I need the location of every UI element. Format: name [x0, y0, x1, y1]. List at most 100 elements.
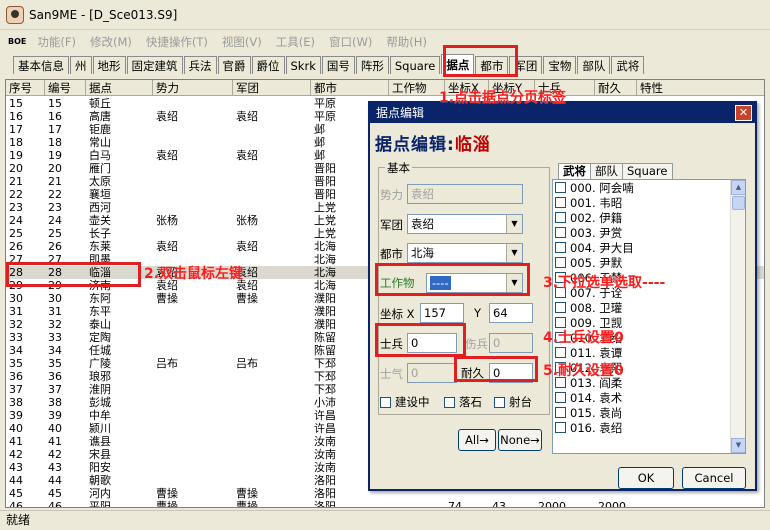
tab-3[interactable]: 固定建筑 [126, 56, 183, 74]
tab-15[interactable]: 部队 [577, 56, 611, 74]
tab-10[interactable]: Square [389, 56, 441, 74]
chevron-down-icon[interactable]: ▼ [506, 244, 522, 262]
checkbox-icon[interactable] [555, 197, 566, 208]
checkbox-icon[interactable] [555, 302, 566, 313]
menu-window[interactable]: 窗口(W) [322, 34, 379, 50]
table-cell: 42 [48, 448, 62, 461]
tab-5[interactable]: 官爵 [217, 56, 251, 74]
table-cell [153, 461, 233, 474]
column-header[interactable]: 据点 [86, 80, 153, 96]
list-item[interactable]: 008. 卫瓘 [553, 300, 745, 315]
coord-y-field[interactable]: 64 [489, 303, 533, 323]
menu-view[interactable]: 视图(V) [215, 34, 269, 50]
list-item[interactable]: 011. 袁谭 [553, 345, 745, 360]
side-tab-0[interactable]: 武将 [558, 163, 591, 179]
table-cell: 淮阴 [89, 383, 111, 396]
select-none-button[interactable]: None→ [498, 429, 542, 451]
checkbox-icon[interactable] [555, 407, 566, 418]
table-cell: 40 [48, 422, 62, 435]
system-menu-button[interactable]: BOE [8, 37, 26, 46]
officer-list-scrollbar[interactable]: ▲ ▼ [730, 180, 745, 453]
officer-name: 005. 尹默 [570, 255, 623, 270]
wounded-field: 0 [489, 333, 533, 353]
tab-6[interactable]: 爵位 [251, 56, 285, 74]
dialog-heading-city: 临淄 [454, 135, 491, 155]
table-cell: 44 [48, 474, 62, 487]
table-cell: 18 [9, 136, 23, 149]
table-cell: 曹操 [236, 500, 258, 508]
checkbox-icon[interactable] [555, 227, 566, 238]
column-header[interactable]: 特性 [637, 80, 764, 96]
menu-help[interactable]: 帮助(H) [379, 34, 434, 50]
side-tab-1[interactable]: 部队 [590, 163, 623, 179]
city-select[interactable]: 北海 ▼ [407, 243, 523, 263]
morale-field: 0 [407, 363, 457, 383]
coord-x-field[interactable]: 157 [420, 303, 464, 323]
corps-select[interactable]: 袁绍 ▼ [407, 214, 523, 234]
checkbox-icon[interactable] [555, 182, 566, 193]
checkbox-icon[interactable] [555, 422, 566, 433]
tab-1[interactable]: 州 [70, 56, 92, 74]
checkbox-icon[interactable] [555, 212, 566, 223]
checkbox-icon[interactable] [555, 242, 566, 253]
column-header[interactable]: 都市 [311, 80, 389, 96]
table-cell: 32 [9, 318, 23, 331]
table-cell: 43 [48, 461, 62, 474]
table-cell [153, 97, 233, 110]
side-tab-2[interactable]: Square [622, 163, 673, 179]
table-cell: 43 [9, 461, 23, 474]
checkbox-icon[interactable] [555, 347, 566, 358]
column-header[interactable]: 序号 [6, 80, 45, 96]
ok-button[interactable]: OK [618, 467, 674, 489]
list-item[interactable]: 001. 韦昭 [553, 195, 745, 210]
checkbox-icon [380, 396, 391, 408]
table-cell [233, 370, 311, 383]
list-item[interactable]: 005. 尹默 [553, 255, 745, 270]
scroll-down-icon[interactable]: ▼ [731, 438, 745, 453]
tab-16[interactable]: 武将 [611, 56, 645, 74]
menu-shortcut[interactable]: 快捷操作(T) [139, 34, 215, 50]
tab-4[interactable]: 兵法 [183, 56, 217, 74]
checkbox-icon[interactable] [555, 392, 566, 403]
list-item[interactable]: 016. 袁绍 [553, 420, 745, 435]
table-cell: 30 [48, 292, 62, 305]
checkbox-icon[interactable] [555, 257, 566, 268]
list-item[interactable]: 014. 袁术 [553, 390, 745, 405]
tab-2[interactable]: 地形 [92, 56, 126, 74]
cancel-button[interactable]: Cancel [682, 467, 746, 489]
list-item[interactable]: 015. 袁尚 [553, 405, 745, 420]
arrow-tower-checkbox[interactable]: 射台 [494, 394, 532, 410]
table-cell [233, 175, 311, 188]
column-header[interactable]: 势力 [153, 80, 233, 96]
scroll-thumb[interactable] [732, 196, 745, 210]
list-item[interactable]: 000. 阿会喃 [553, 180, 745, 195]
tab-14[interactable]: 宝物 [543, 56, 577, 74]
column-header[interactable]: 耐久 [595, 80, 637, 96]
column-header[interactable]: 编号 [45, 80, 86, 96]
building-checkbox[interactable]: 建设中 [380, 394, 430, 410]
menu-function[interactable]: 功能(F) [30, 34, 83, 50]
table-row[interactable]: 46 46 平阳 曹操 曹操 洛阳 74 43 2000 2000 [6, 500, 764, 508]
table-cell: 19 [48, 149, 62, 162]
list-item[interactable]: 004. 尹大目 [553, 240, 745, 255]
close-icon[interactable]: ✕ [735, 105, 752, 121]
tab-7[interactable]: Skrk [285, 56, 321, 74]
menu-tools[interactable]: 工具(E) [269, 34, 322, 50]
list-item[interactable]: 002. 伊籍 [553, 210, 745, 225]
tab-8[interactable]: 国号 [321, 56, 355, 74]
select-all-button[interactable]: All→ [458, 429, 496, 451]
tab-0[interactable]: 基本信息 [13, 56, 69, 74]
rock-checkbox[interactable]: 落石 [444, 394, 482, 410]
chevron-down-icon[interactable]: ▼ [506, 215, 522, 233]
list-item[interactable]: 003. 尹赏 [553, 225, 745, 240]
column-header[interactable]: 军团 [233, 80, 311, 96]
scroll-up-icon[interactable]: ▲ [731, 180, 745, 195]
table-cell: 雁门 [89, 162, 111, 175]
table-cell [233, 435, 311, 448]
tab-9[interactable]: 阵形 [355, 56, 389, 74]
menu-modify[interactable]: 修改(M) [83, 34, 139, 50]
table-cell: 广陵 [89, 357, 111, 370]
column-header[interactable]: 工作物 [389, 80, 445, 96]
table-cell: 17 [9, 123, 23, 136]
table-cell: 曹操 [156, 487, 178, 500]
